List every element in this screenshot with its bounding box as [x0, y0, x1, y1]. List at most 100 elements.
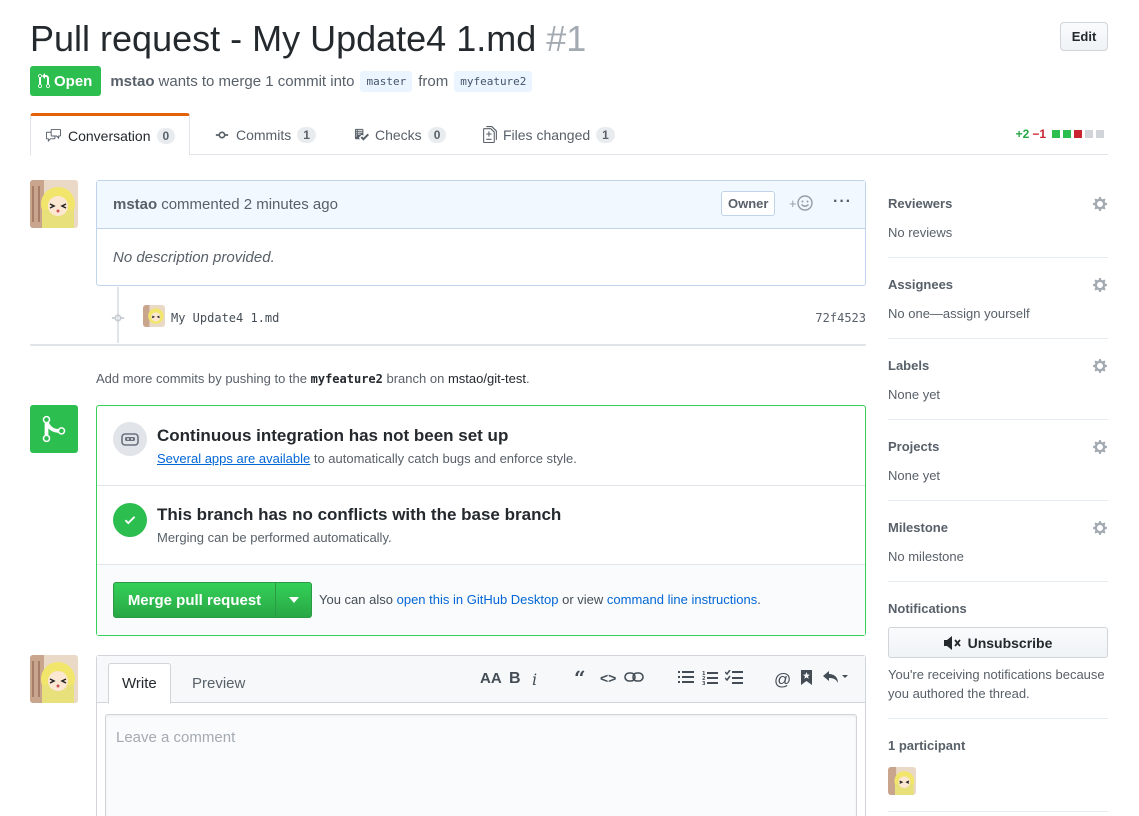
state-label: Open — [54, 72, 93, 90]
alt-prefix: You can also — [319, 592, 393, 607]
write-tab[interactable]: Write — [108, 663, 171, 704]
tab-checks[interactable]: Checks 0 — [354, 113, 447, 156]
merge-alternatives: You can also open this in GitHub Desktop… — [319, 592, 761, 607]
base-branch[interactable]: master — [360, 70, 413, 92]
unordered-list-icon[interactable] — [678, 670, 694, 689]
ci-subtext: Several apps are available to automatica… — [157, 451, 577, 466]
merge-description: wants to merge 1 commit into — [158, 72, 355, 90]
notification-reason: You're receiving notifications because y… — [888, 667, 1105, 701]
tab-conversation-label: Conversation — [68, 127, 151, 144]
diffstat-block-neutral — [1096, 130, 1104, 138]
gear-icon[interactable] — [1092, 277, 1108, 293]
push-note-prefix: Add more commits by pushing to the — [96, 371, 307, 386]
open-in-desktop-link[interactable]: open this in GitHub Desktop — [397, 592, 559, 607]
tab-files-changed[interactable]: Files changed 1 — [483, 113, 615, 156]
merge-options-dropdown[interactable] — [275, 583, 311, 617]
conflict-status-section: This branch has no conflicts with the ba… — [97, 486, 865, 565]
italic-icon[interactable]: i — [532, 670, 537, 689]
sidebar-labels-value: None yet — [888, 387, 941, 402]
merge-box: Continuous integration has not been set … — [96, 405, 866, 636]
diffstat-block-deleted — [1074, 130, 1082, 138]
owner-badge: Owner — [721, 191, 776, 216]
diffstat[interactable]: +2 −1 — [1016, 127, 1104, 141]
commit-icon — [215, 131, 229, 138]
preview-tab[interactable]: Preview — [179, 663, 258, 704]
tab-conversation[interactable]: Conversation 0 — [30, 113, 191, 156]
unsubscribe-button[interactable]: Unsubscribe — [888, 627, 1108, 658]
smiley-icon — [796, 195, 813, 211]
ci-heading: Continuous integration has not been set … — [157, 426, 509, 445]
ordered-list-icon[interactable]: 123 — [702, 670, 718, 691]
pr-number: #1 — [546, 18, 587, 59]
sidebar-participants-title: 1 participant — [888, 738, 966, 753]
tab-commits[interactable]: Commits 1 — [214, 113, 316, 156]
svg-text:3: 3 — [702, 681, 706, 686]
code-icon[interactable]: <> — [600, 670, 616, 686]
mute-icon — [943, 635, 961, 650]
commit-item: My Update4 1.md 72f4523 — [108, 305, 866, 331]
comment-discussion-icon — [46, 128, 61, 143]
task-list-icon[interactable] — [724, 669, 743, 689]
current-user-avatar[interactable] — [30, 655, 78, 703]
bold-icon[interactable]: B — [509, 670, 521, 688]
add-reaction-button[interactable]: + — [789, 195, 813, 211]
comment-author[interactable]: mstao — [113, 196, 157, 213]
sidebar-milestone-value: No milestone — [888, 549, 964, 564]
command-line-instructions-link[interactable]: command line instructions — [607, 592, 757, 607]
push-note-repo[interactable]: mstao/git-test — [448, 371, 526, 386]
unsubscribe-label: Unsubscribe — [967, 634, 1053, 651]
gear-icon[interactable] — [1092, 196, 1108, 212]
gear-icon[interactable] — [1092, 358, 1108, 374]
sidebar-assignees: Assignees No one—assign yourself — [888, 277, 1108, 339]
sidebar-reviewers-title: Reviewers — [888, 196, 953, 211]
sidebar-participants: 1 participant — [888, 738, 1108, 812]
sidebar-assignees-value[interactable]: No one—assign yourself — [888, 306, 1030, 321]
kebab-icon[interactable]: ··· — [833, 193, 852, 211]
push-note-branch: myfeature2 — [310, 372, 383, 386]
diffstat-additions: +2 — [1015, 127, 1030, 141]
author-link[interactable]: mstao — [110, 73, 154, 90]
head-branch[interactable]: myfeature2 — [454, 70, 533, 92]
git-merge-icon — [30, 405, 78, 453]
diffstat-block-added — [1063, 130, 1071, 138]
tab-commits-label: Commits — [236, 126, 292, 143]
commit-author-avatar[interactable] — [143, 305, 165, 327]
quote-icon[interactable]: “ — [574, 666, 586, 690]
merge-button-label: Merge pull request — [127, 591, 262, 609]
mention-icon[interactable]: @ — [774, 670, 791, 690]
push-note: Add more commits by pushing to the myfea… — [96, 371, 530, 386]
comment-textarea[interactable]: Leave a comment — [105, 714, 857, 816]
tab-files-changed-count: 1 — [596, 126, 615, 143]
sidebar-labels: Labels None yet — [888, 358, 1108, 420]
gear-icon[interactable] — [1092, 520, 1108, 536]
merge-pull-request-button[interactable]: Merge pull request — [113, 582, 312, 618]
check-icon — [113, 503, 147, 537]
reply-icon[interactable] — [823, 670, 849, 689]
sidebar-reviewers: Reviewers No reviews — [888, 196, 1108, 258]
comment-timestamp[interactable]: commented 2 minutes ago — [161, 196, 338, 213]
edit-button[interactable]: Edit — [1060, 22, 1108, 51]
sidebar-notifications-title: Notifications — [888, 601, 967, 616]
link-icon[interactable] — [624, 670, 644, 689]
bookmark-icon[interactable] — [801, 670, 812, 690]
gear-icon[interactable] — [1092, 439, 1108, 455]
diffstat-deletions: −1 — [1032, 127, 1046, 141]
sidebar-projects-title: Projects — [888, 439, 940, 454]
commit-message[interactable]: My Update4 1.md — [171, 311, 279, 325]
commit-sha[interactable]: 72f4523 — [815, 311, 866, 325]
push-note-middle: branch on — [386, 371, 445, 386]
ci-apps-link[interactable]: Several apps are available — [157, 451, 310, 466]
participant-avatar[interactable] — [888, 767, 916, 795]
avatar[interactable] — [30, 180, 78, 228]
push-note-suffix: . — [525, 371, 530, 386]
commit-icon — [111, 314, 125, 322]
sidebar-milestone: Milestone No milestone — [888, 520, 1108, 582]
alt-middle: or view — [562, 592, 604, 607]
state-badge: Open — [30, 66, 102, 96]
triangle-down-icon — [288, 597, 299, 603]
diffstat-block-added — [1052, 130, 1060, 138]
pr-title: Pull request - My Update4 1.md — [30, 18, 537, 59]
text-size-icon[interactable]: AA — [480, 670, 502, 687]
tab-commits-count: 1 — [297, 126, 316, 143]
tab-checks-label: Checks — [375, 126, 422, 143]
